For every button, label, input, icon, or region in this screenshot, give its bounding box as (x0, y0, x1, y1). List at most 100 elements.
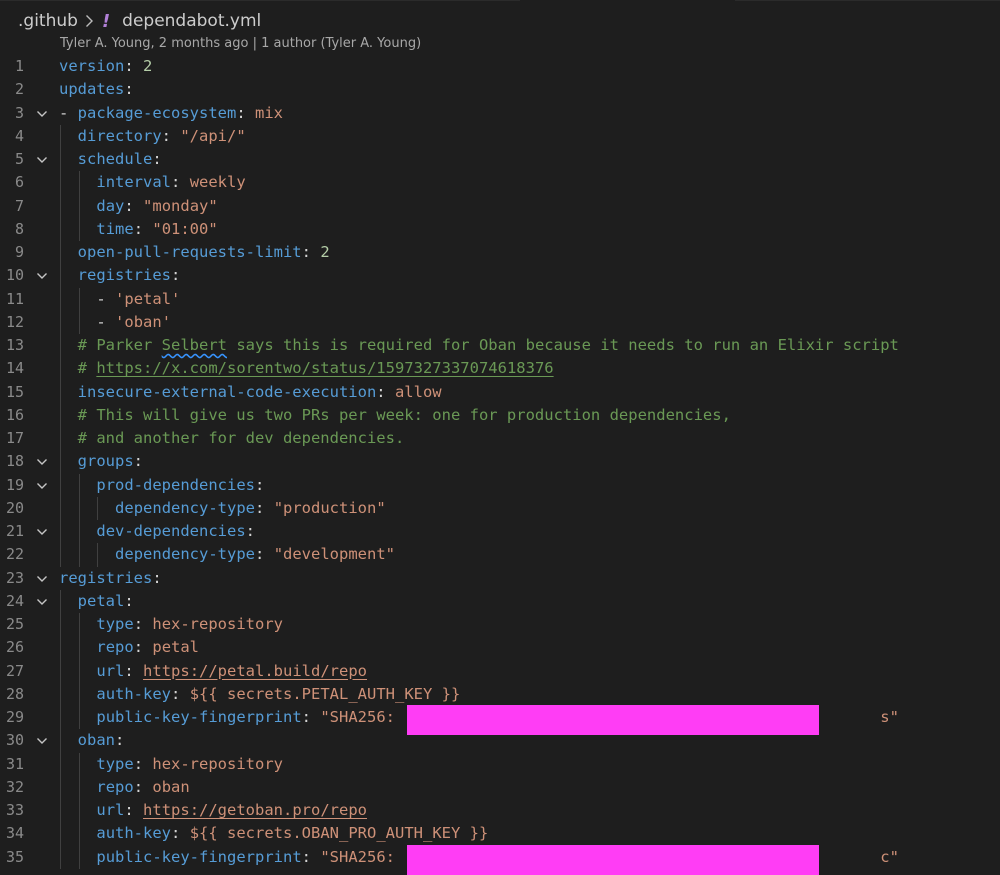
code-text: # This will give us two PRs per week: on… (78, 404, 731, 427)
indent-guide (78, 217, 80, 241)
indent-guide (60, 729, 61, 753)
indent-guide (60, 543, 61, 567)
code-text: registries: (59, 567, 162, 590)
code-line[interactable]: 24 petal: (0, 589, 1000, 613)
code-line[interactable]: 17 # and another for dev dependencies. (0, 427, 1000, 451)
code-line[interactable]: 26 repo: petal (0, 636, 1000, 660)
code-line[interactable]: 4 directory: "/api/" (0, 124, 1000, 148)
code-line[interactable]: 34 auth-key: ${{ secrets.OBAN_PRO_AUTH_KE… (0, 822, 1000, 846)
code-token: type (96, 615, 134, 633)
code-line[interactable]: 6 interval: weekly (0, 171, 1000, 195)
code-text: dependency-type: "development" (115, 543, 395, 566)
code-token: : (301, 708, 321, 726)
code-token[interactable]: https://x.com/sorentwo/status/1597327337… (96, 359, 553, 377)
code-token: day (96, 196, 125, 215)
fold-chevron-down-icon[interactable] (36, 154, 48, 166)
code-line[interactable]: 2 updates: (0, 78, 1000, 101)
chevron-right-icon (85, 14, 94, 28)
code-line[interactable]: 14 # https://x.com/sorentwo/status/159732… (0, 357, 1000, 381)
code-token[interactable]: https://petal.build/repo (143, 662, 367, 680)
code-line[interactable]: 35 public-key-fingerprint: "SHA256: c" (0, 844, 1000, 875)
code-text: groups: (78, 450, 143, 473)
line-number: 1 (14, 57, 24, 75)
fold-chevron-down-icon[interactable] (36, 596, 48, 608)
code-editor[interactable]: 1 version: 2 2 updates: 3- package-ecosystem… (0, 55, 1000, 875)
fold-chevron-down-icon[interactable] (36, 735, 48, 747)
code-text: type: hex-repository (96, 753, 283, 776)
yaml-file-icon: ! (101, 10, 111, 32)
code-token: Selbert (161, 336, 227, 354)
code-token: - (96, 289, 116, 308)
code-line[interactable]: 28 auth-key: ${{ secrets.PETAL_AUTH_KEY }… (0, 682, 1000, 706)
code-line[interactable]: 5 schedule: (0, 148, 1000, 172)
code-token: : (171, 173, 190, 192)
breadcrumb-folder[interactable]: .github (18, 11, 78, 31)
breadcrumb-file[interactable]: dependabot.yml (122, 11, 261, 31)
code-line[interactable]: 1 version: 2 (0, 55, 1000, 78)
code-token[interactable]: https://getoban.pro/repo (143, 801, 367, 819)
line-number: 25 (5, 615, 24, 633)
code-token: url (96, 661, 125, 680)
code-line[interactable]: 27 url: https://petal.build/repo (0, 659, 1000, 683)
fold-chevron-down-icon[interactable] (36, 270, 48, 282)
code-token: package-ecosystem (77, 103, 237, 122)
code-text: open-pull-requests-limit: 2 (78, 241, 330, 264)
indent-guide (97, 496, 99, 520)
code-line[interactable]: 18 groups: (0, 450, 1000, 474)
code-line[interactable]: 22 dependency-type: "development" (0, 543, 1000, 567)
indent-guide (60, 775, 61, 799)
code-line[interactable]: 9 open-pull-requests-limit: 2 (0, 241, 1000, 265)
indent-guide (60, 241, 61, 265)
code-line[interactable]: 13 # Parker Selbert says this is required… (0, 334, 1000, 358)
code-line[interactable]: 8 time: "01:00" (0, 217, 1000, 241)
code-text: time: "01:00" (96, 218, 217, 241)
code-token: : (376, 382, 395, 401)
code-line[interactable]: 11 - 'petal' (0, 287, 1000, 311)
blame-annotation[interactable]: Tyler A. Young, 2 months ago | 1 author … (60, 36, 421, 51)
code-line[interactable]: 33 url: https://getoban.pro/repo (0, 799, 1000, 823)
code-line[interactable]: 20 dependency-type: "production" (0, 496, 1000, 520)
code-token: : (133, 452, 144, 471)
code-token: - (59, 103, 78, 122)
code-token: : (245, 522, 256, 540)
fold-chevron-down-icon[interactable] (36, 108, 48, 120)
code-token: : (133, 219, 153, 238)
code-line[interactable]: 16 # This will give us two PRs per week: … (0, 403, 1000, 427)
code-text: url: https://getoban.pro/repo (96, 799, 367, 822)
code-line[interactable]: 23 registries: (0, 567, 1000, 590)
code-line[interactable]: 19 prod-dependencies: (0, 473, 1000, 497)
code-line[interactable]: 7 day: "monday" (0, 194, 1000, 218)
code-token: ${{ secrets.OBAN_PRO_AUTH_KEY }} (189, 824, 489, 843)
code-line[interactable]: 10 registries: (0, 264, 1000, 288)
fold-chevron-down-icon[interactable] (36, 456, 48, 468)
indent-guide (60, 496, 61, 520)
line-number: 21 (5, 522, 24, 540)
code-line[interactable]: 15 insecure-external-code-execution: allo… (0, 380, 1000, 404)
code-line[interactable]: 32 repo: oban (0, 775, 1000, 799)
code-line[interactable]: 30 oban: (0, 729, 1000, 753)
code-token: # and another for dev dependencies. (77, 429, 405, 447)
indent-guide (78, 310, 80, 334)
code-line[interactable]: 21 dev-dependencies: (0, 520, 1000, 544)
indent-guide (78, 194, 80, 218)
code-token: insecure-external-code-execution (77, 382, 377, 401)
code-token: : (255, 498, 274, 517)
fold-chevron-down-icon[interactable] (36, 526, 48, 538)
code-line[interactable]: 29 public-key-fingerprint: "SHA256: s" (0, 705, 1000, 735)
code-line[interactable]: 25 type: hex-repository (0, 613, 1000, 637)
code-line[interactable]: 3 - package-ecosystem: mix (0, 102, 1000, 125)
indent-guide (60, 520, 61, 544)
code-line[interactable]: 12 - 'oban' (0, 310, 1000, 334)
indent-guide (78, 473, 80, 497)
line-number: 8 (14, 219, 24, 238)
code-token: registries (59, 568, 153, 587)
fold-chevron-down-icon[interactable] (36, 573, 48, 585)
code-text: directory: "/api/" (78, 125, 246, 148)
line-number: 4 (14, 126, 24, 145)
code-text: version: 2 (59, 55, 152, 78)
line-number: 28 (5, 684, 24, 703)
line-number: 19 (5, 475, 24, 494)
code-text: insecure-external-code-execution: allow (78, 381, 442, 404)
fold-chevron-down-icon[interactable] (36, 480, 48, 492)
code-line[interactable]: 31 type: hex-repository (0, 752, 1000, 776)
